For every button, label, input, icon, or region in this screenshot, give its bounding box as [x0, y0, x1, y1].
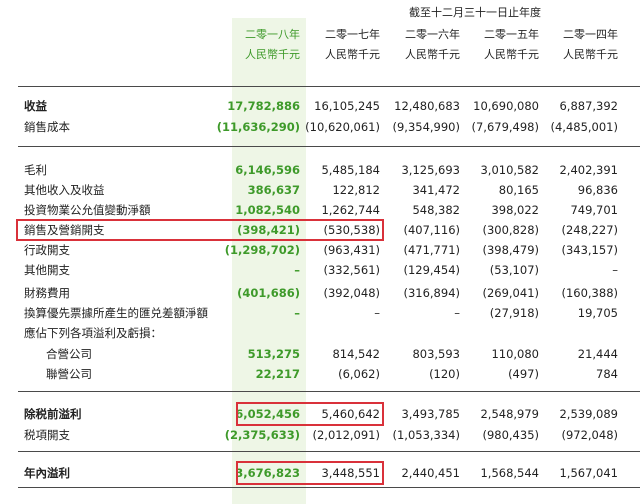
row-value: 6,887,392: [559, 99, 618, 113]
row-label: 税項開支: [24, 428, 70, 442]
table-row: 應佔下列各項溢利及虧損：: [0, 323, 640, 343]
row-label: 除税前溢利: [24, 407, 82, 421]
table-row: 投資物業公允值變動淨額 1,082,540 1,262,744 548,382 398,…: [0, 200, 640, 220]
row-value: (4,485,001): [550, 120, 618, 134]
period-header: 截至十二月三十一日止年度: [409, 6, 541, 19]
row-label: 其他收入及收益: [24, 183, 105, 197]
column-year-header: 二零一四年: [563, 28, 618, 41]
row-label: 財務費用: [24, 286, 70, 300]
row-value: (248,227): [561, 223, 618, 237]
table-row: 換算優先票據所產生的匯兑差額淨額 – – – (27,918) 19,705: [0, 303, 640, 323]
row-value: 749,701: [570, 203, 618, 217]
divider-line: [18, 487, 640, 488]
row-value: (343,157): [561, 243, 618, 257]
highlight-box-profit-for-year: [236, 461, 384, 485]
highlight-box-selling-expenses: [16, 219, 384, 241]
row-label: 年內溢利: [24, 466, 70, 480]
row-label: 其他開支: [24, 263, 70, 277]
row-value: 1,567,041: [559, 466, 618, 480]
row-value: –: [612, 263, 618, 277]
column-unit-header: 人民幣千元: [563, 48, 618, 61]
row-label: 收益: [24, 99, 47, 113]
row-value: 21,444: [577, 347, 618, 361]
row-label: 聯營公司: [46, 367, 92, 381]
row-value: 96,836: [577, 183, 618, 197]
row-label: 投資物業公允值變動淨額: [24, 203, 151, 217]
divider-line: [18, 86, 640, 87]
row-value: (972,048): [561, 428, 618, 442]
table-row: 毛利 6,146,596 5,485,184 3,125,693 3,010,582 2,…: [0, 160, 640, 180]
row-label: 毛利: [24, 163, 47, 177]
table-row: 財務費用 (401,686) (392,048) (316,894) (269,041)…: [0, 283, 640, 303]
divider-line: [18, 451, 640, 452]
row-value: 2,402,391: [559, 163, 618, 177]
row-label: 行政開支: [24, 243, 70, 257]
table-row: 行政開支 (1,298,702) (963,431) (471,771) (398,47…: [0, 240, 640, 260]
table-row: 收益 17,782,886 16,105,245 12,480,683 10,690,0…: [0, 96, 640, 116]
divider-line: [18, 146, 640, 147]
table-row: 其他收入及收益 386,637 122,812 341,472 80,165 96,836: [0, 180, 640, 200]
highlight-box-profit-before-tax: [236, 402, 384, 426]
table-row: 聯營公司 22,217 (6,062) (120) (497) 784: [0, 364, 640, 384]
divider-line: [18, 391, 640, 392]
row-value: 2,539,089: [559, 407, 618, 421]
row-label: 合營公司: [46, 347, 92, 361]
table-row: 銷售成本 (11,636,290) (10,620,061) (9,354,990)(…: [0, 117, 640, 137]
row-label: 應佔下列各項溢利及虧損：: [24, 326, 162, 340]
row-label: 銷售成本: [24, 120, 70, 134]
table-row: 税項開支 (2,375,633) (2,012,091) (1,053,334) (98…: [0, 425, 640, 445]
row-value: 19,705: [577, 306, 618, 320]
row-value: (160,388): [561, 286, 618, 300]
row-value: 784: [596, 367, 618, 381]
row-label: 換算優先票據所產生的匯兑差額淨額: [24, 306, 208, 320]
table-row: 合營公司 513,275 814,542 803,593 110,080 21,444: [0, 344, 640, 364]
table-row: 其他開支 – (332,561) (129,454) (53,107) –: [0, 260, 640, 280]
